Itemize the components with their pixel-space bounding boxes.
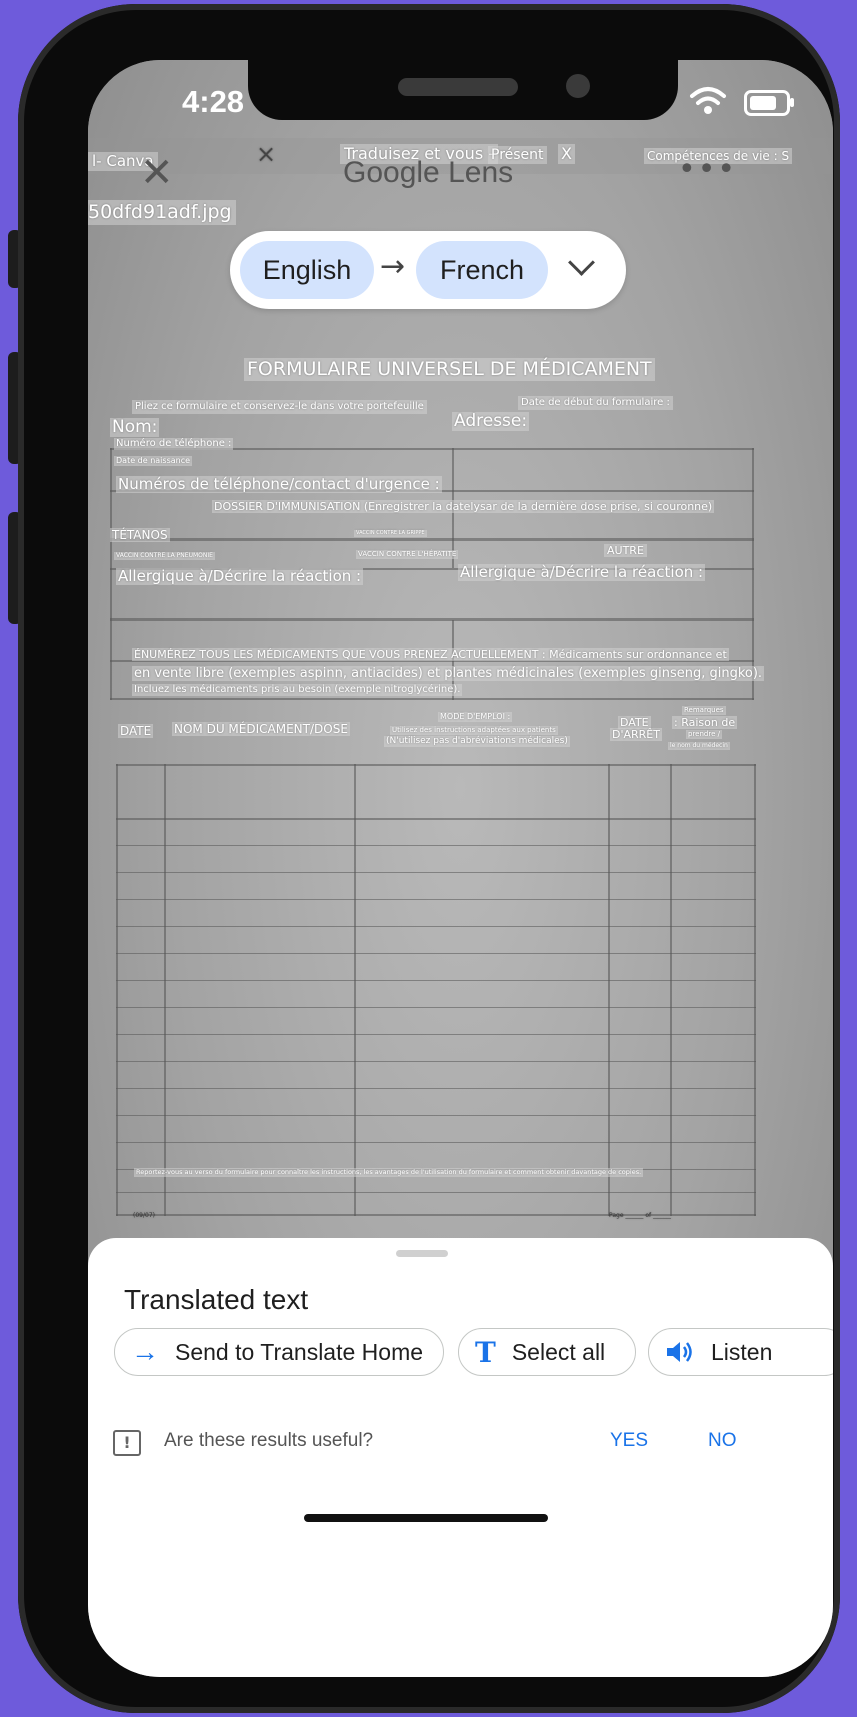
table-row-line	[116, 980, 756, 981]
speaker	[398, 78, 518, 96]
battery-tip	[790, 98, 794, 107]
arrow-right-icon: →	[380, 249, 406, 284]
translated-text-sheet: Translated text → Send to Translate Home…	[88, 1238, 833, 1677]
col-mode-sub1[interactable]: Utilisez des instructions adaptées aux p…	[390, 726, 558, 735]
page-number: Page ______ of ______	[609, 1212, 672, 1219]
col-remarks-header[interactable]: Remarques	[682, 706, 726, 715]
tab-x-label: X	[558, 144, 575, 164]
table-row-line	[116, 872, 756, 873]
table-col-line	[608, 764, 610, 1216]
arrow-right-icon: →	[131, 1336, 159, 1367]
status-time: 4:28	[182, 84, 245, 119]
feedback-no-button[interactable]: NO	[708, 1430, 737, 1452]
table-row-line	[116, 1007, 756, 1008]
start-date-label[interactable]: Date de début du formulaire :	[518, 396, 673, 410]
allergy-left-label[interactable]: Allergique à/Décrire la réaction :	[116, 568, 364, 585]
home-indicator[interactable]	[304, 1514, 548, 1522]
allergy-right-label[interactable]: Allergique à/Décrire la réaction :	[458, 564, 706, 581]
list-instructions-line2[interactable]: en vente libre (exemples aspinn, antiaci…	[132, 666, 765, 681]
text-icon: T	[475, 1335, 496, 1369]
form-border-right	[752, 448, 754, 700]
close-icon[interactable]: ✕	[140, 150, 174, 196]
tetanus-label[interactable]: TÉTANOS	[110, 528, 170, 542]
form-title[interactable]: FORMULAIRE UNIVERSEL DE MÉDICAMENT	[244, 358, 655, 381]
table-border-top	[116, 764, 756, 766]
send-label: Send to Translate Home	[175, 1338, 424, 1365]
file-name-label: 50dfd91adf.jpg	[88, 200, 236, 225]
table-row-line	[116, 899, 756, 900]
table-col-line	[670, 764, 672, 1216]
address-label[interactable]: Adresse:	[452, 412, 530, 431]
table-row-line	[116, 1115, 756, 1116]
table-row-line	[116, 1034, 756, 1035]
table-row-line	[116, 1192, 756, 1193]
speaker-icon	[665, 1339, 695, 1365]
hepatitis-label[interactable]: VACCIN CONTRE L'HÉPATITE	[356, 550, 459, 559]
col-date-header[interactable]: DATE	[118, 724, 154, 738]
emergency-label[interactable]: Numéros de téléphone/contact d'urgence :	[116, 476, 442, 493]
table-border-left	[116, 764, 118, 1216]
send-to-translate-button[interactable]: → Send to Translate Home	[114, 1328, 444, 1376]
table-row-line	[116, 1142, 756, 1143]
form-border-left	[110, 448, 112, 700]
phone-frame: l- Canva × Traduisez et vous - Présent X…	[18, 4, 840, 1713]
feedback-icon: !	[113, 1430, 141, 1456]
listen-button[interactable]: Listen	[648, 1328, 833, 1376]
feedback-question: Are these results useful?	[164, 1430, 374, 1451]
tab-close-label: ×	[256, 140, 277, 168]
col-doctor-header[interactable]: le nom du médecin	[668, 742, 730, 750]
form-row-line	[110, 698, 754, 700]
drag-handle[interactable]	[396, 1250, 448, 1257]
other-label[interactable]: AUTRE	[604, 544, 647, 557]
screen: l- Canva × Traduisez et vous - Présent X…	[88, 60, 833, 1677]
select-all-button[interactable]: T Select all	[458, 1328, 636, 1376]
wifi-icon	[690, 87, 726, 114]
pneumonia-label[interactable]: VACCIN CONTRE LA PNEUMONIE	[114, 552, 215, 560]
birth-date-label[interactable]: Date de naissance	[114, 456, 193, 466]
list-instructions-line3[interactable]: Incluez les médicaments pris au besoin (…	[132, 684, 463, 696]
battery-icon	[744, 90, 790, 116]
col-mode-sub2[interactable]: (N'utilisez pas d'abréviations médicales…	[384, 736, 570, 747]
footer-note[interactable]: Reportez-vous au verso du formulaire pou…	[134, 1168, 644, 1177]
table-row-line	[116, 845, 756, 846]
col-reason-header[interactable]: : Raison de	[672, 716, 738, 729]
table-border-right	[754, 764, 756, 1216]
phone-label[interactable]: Numéro de téléphone :	[114, 438, 234, 450]
notch	[248, 60, 678, 120]
immunization-label[interactable]: DOSSIER D'IMMUNISATION (Enregistrer la d…	[212, 500, 715, 513]
table-col-line	[354, 764, 356, 1216]
list-instructions-line1[interactable]: ÉNUMÉREZ TOUS LES MÉDICAMENTS QUE VOUS P…	[132, 648, 729, 661]
chevron-down-icon[interactable]	[568, 249, 595, 276]
form-code: (09/07)	[133, 1212, 155, 1219]
form-row-line	[110, 618, 754, 621]
form-row-line	[110, 538, 754, 541]
more-icon[interactable]: •••	[678, 152, 737, 187]
camera	[566, 74, 590, 98]
table-header-line	[116, 818, 756, 820]
status-icons	[688, 84, 798, 124]
target-language-chip[interactable]: French	[416, 241, 548, 299]
col-stop-header-2[interactable]: D'ARRÊT	[610, 728, 662, 741]
table-row-line	[116, 1061, 756, 1062]
col-name-header[interactable]: NOM DU MÉDICAMENT/DOSE	[172, 722, 350, 736]
col-take-header[interactable]: prendre /	[686, 730, 722, 739]
table-row-line	[116, 1088, 756, 1089]
table-row-line	[116, 926, 756, 927]
select-all-label: Select all	[511, 1338, 606, 1365]
fold-note[interactable]: Pliez ce formulaire et conservez-le dans…	[132, 400, 427, 414]
table-row-line	[116, 953, 756, 954]
listen-label: Listen	[711, 1338, 773, 1365]
feedback-yes-button[interactable]: YES	[610, 1430, 648, 1452]
source-language-chip[interactable]: English	[240, 241, 374, 299]
col-mode-header[interactable]: MODE D'EMPLOI :	[438, 712, 513, 722]
sheet-title: Translated text	[124, 1284, 309, 1315]
name-label[interactable]: Nom:	[110, 418, 160, 437]
table-col-line	[164, 764, 166, 1216]
language-selector: English → French	[230, 231, 626, 309]
flu-label[interactable]: VACCIN CONTRE LA GRIPPE	[354, 530, 427, 537]
lens-title: Google Lens	[343, 156, 514, 189]
